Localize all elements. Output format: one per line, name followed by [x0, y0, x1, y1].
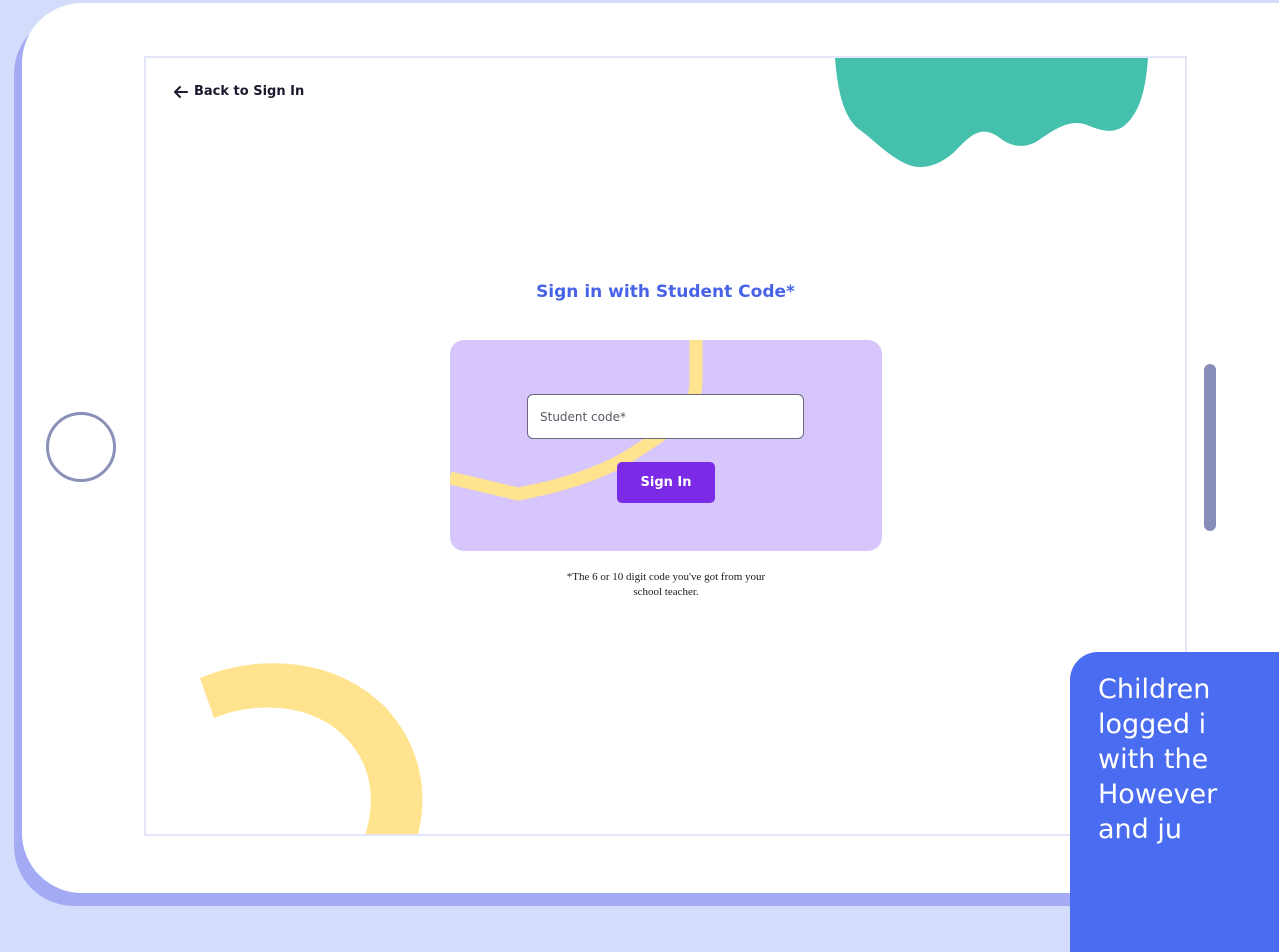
hint-line-2: school teacher.	[633, 586, 699, 598]
callout-line-5: and ju	[1098, 814, 1182, 845]
info-callout: Children logged i with the However and j…	[1070, 652, 1279, 952]
student-code-input[interactable]	[527, 394, 804, 439]
sign-in-button[interactable]: Sign In	[617, 462, 715, 503]
callout-line-2: logged i	[1098, 709, 1207, 740]
back-to-sign-in-link[interactable]: Back to Sign In	[174, 84, 304, 99]
student-code-hint: *The 6 or 10 digit code you've got from …	[516, 570, 816, 600]
hint-line-1: *The 6 or 10 digit code you've got from …	[566, 571, 766, 583]
callout-line-4: However	[1098, 779, 1218, 810]
callout-line-3: with the	[1098, 744, 1209, 775]
decorative-green-blob	[835, 58, 1148, 168]
page-title: Sign in with Student Code*	[536, 282, 795, 302]
tablet-home-button	[46, 412, 116, 482]
arrow-left-icon	[174, 85, 188, 98]
tablet-side-bar	[1204, 364, 1216, 531]
decorative-yellow-arc	[200, 663, 423, 834]
decorative-yellow-path	[450, 340, 703, 501]
tablet-screen: Back to Sign In Sign in with Student Cod…	[144, 56, 1187, 836]
student-code-card: Sign In	[450, 340, 882, 551]
back-link-label: Back to Sign In	[194, 84, 305, 99]
callout-line-1: Children	[1098, 674, 1211, 705]
